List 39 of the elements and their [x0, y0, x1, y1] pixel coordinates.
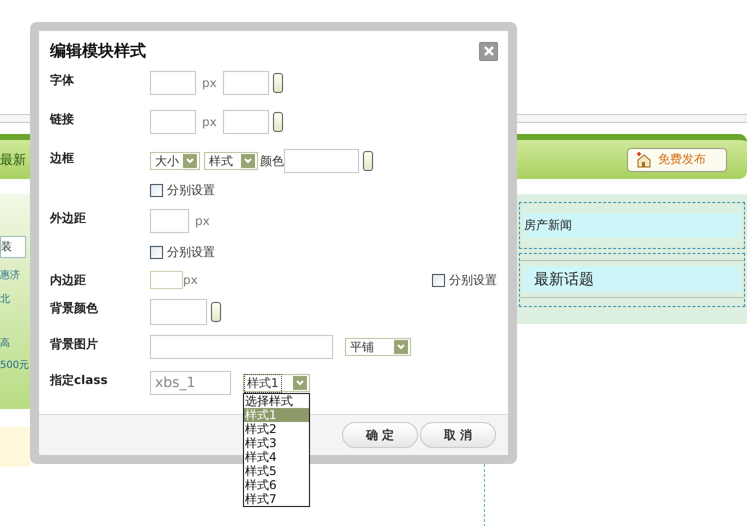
checkbox-label: 分别设置: [167, 244, 215, 261]
field-label: 链接: [50, 111, 75, 128]
confirm-button[interactable]: 确 定: [342, 422, 418, 448]
field-label: 外边距: [50, 210, 87, 227]
dialog-title: 编辑模块样式: [50, 40, 146, 62]
unit-text: px: [202, 76, 217, 90]
dropdown[interactable]: 平铺: [345, 338, 411, 356]
field-label: 内边距: [50, 272, 87, 289]
dropdown-option[interactable]: 样式2: [244, 422, 309, 436]
class-input[interactable]: xbs_1: [150, 371, 231, 395]
field-label: 背景颜色: [50, 300, 99, 317]
section-title: 最新话题: [524, 266, 740, 292]
dropdown[interactable]: 样式1: [243, 374, 310, 392]
dropdown-option[interactable]: 样式5: [244, 464, 309, 478]
link-text[interactable]: 惠济: [0, 268, 30, 282]
dropdown[interactable]: 样式: [204, 152, 258, 170]
dropdown-option[interactable]: 样式4: [244, 450, 309, 464]
link-text[interactable]: 高: [0, 336, 30, 350]
dropdown-option[interactable]: 选择样式: [244, 394, 309, 408]
checkbox-label: 分别设置: [167, 182, 215, 199]
color-label: 颜色: [260, 152, 284, 170]
dropdown[interactable]: 大小: [150, 152, 200, 170]
dropdown-option[interactable]: 样式7: [244, 492, 309, 506]
link-text[interactable]: 500元: [0, 358, 30, 372]
search-field[interactable]: 装: [0, 236, 26, 258]
unit-text: px: [183, 273, 198, 287]
dropdown-option[interactable]: 样式3: [244, 436, 309, 450]
checkbox-label: 分别设置: [449, 272, 497, 288]
header-text: 最新: [0, 152, 26, 168]
unit-text: px: [195, 214, 210, 228]
link-text[interactable]: 北: [0, 292, 30, 306]
cancel-button[interactable]: 取 消: [420, 422, 496, 448]
field-label: 指定class: [50, 372, 109, 389]
field-label: 背景图片: [50, 336, 99, 353]
unit-text: px: [202, 115, 217, 129]
section-title: 房产新闻: [524, 213, 740, 238]
dropdown-option[interactable]: 样式6: [244, 478, 309, 492]
field-label: 边框: [50, 150, 75, 167]
field-label: 字体: [50, 72, 75, 89]
